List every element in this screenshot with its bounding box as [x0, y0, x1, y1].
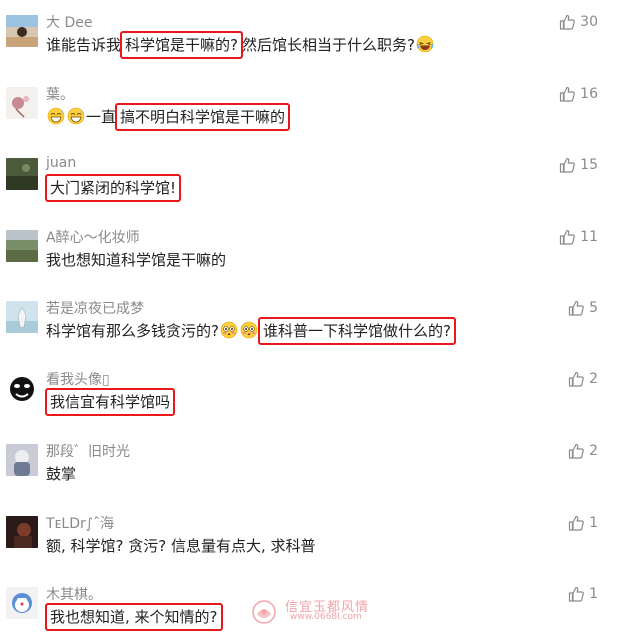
- thumbs-up-icon: [560, 229, 576, 245]
- watermark-logo-icon: [252, 600, 276, 624]
- like-count: 16: [580, 86, 598, 102]
- thumbs-up-icon: [568, 443, 584, 459]
- thumbs-up-icon: [560, 86, 576, 102]
- comment-list: 大 Dee 谁能告诉我 科学馆是干嘛的? 然后馆长相当于什么职务? 30 葉。 一…: [0, 0, 617, 633]
- highlighted-text: 大门紧闭的科学馆!: [45, 174, 182, 202]
- avatar[interactable]: [6, 15, 38, 47]
- thumbs-up-icon: [568, 515, 584, 531]
- like-count: 1: [589, 515, 598, 531]
- comment-nickname[interactable]: 葉。: [46, 84, 74, 104]
- flushed-emoji: [220, 321, 238, 339]
- avatar[interactable]: [6, 230, 38, 262]
- avatar[interactable]: [6, 372, 38, 404]
- comment-nickname[interactable]: A醉心～化妆师: [46, 227, 140, 247]
- like-button[interactable]: 2: [568, 440, 598, 462]
- like-button[interactable]: 30: [559, 11, 598, 33]
- like-button[interactable]: 1: [568, 512, 598, 534]
- like-count: 11: [580, 229, 598, 245]
- like-button[interactable]: 11: [559, 226, 598, 248]
- highlighted-text: 搞不明白科学馆是干嘛的: [115, 103, 291, 131]
- like-count: 5: [589, 300, 598, 316]
- comment-text: 我信宜有科学馆吗: [45, 388, 176, 416]
- thumbs-up-icon: [568, 371, 584, 387]
- comment-text: 我也想知道科学馆是干嘛的: [46, 250, 226, 270]
- avatar[interactable]: [6, 301, 38, 333]
- grin-sweat-emoji: [47, 107, 65, 125]
- highlighted-text: 我也想知道, 来个知情的?: [45, 603, 223, 631]
- comment-nickname[interactable]: 看我头像▯: [46, 369, 110, 389]
- highlighted-text: 谁科普一下科学馆做什么的?: [257, 317, 456, 345]
- grin-sweat-emoji: [67, 107, 85, 125]
- like-count: 30: [580, 14, 598, 30]
- comment-nickname[interactable]: 那段゛旧时光: [46, 441, 130, 461]
- comment-text: 谁能告诉我 科学馆是干嘛的? 然后馆长相当于什么职务?: [46, 31, 435, 59]
- avatar[interactable]: [6, 87, 38, 119]
- avatar[interactable]: [6, 158, 38, 190]
- like-count: 1: [589, 586, 598, 602]
- watermark: 信宜玉都风情 www.0668I.com: [250, 597, 380, 627]
- comment-nickname[interactable]: TᴇLDr∫ˆ海: [46, 513, 114, 533]
- comment-text-segment: 一直: [86, 108, 117, 126]
- comment-text-segment: 鼓掌: [46, 465, 77, 483]
- watermark-url: www.0668I.com: [290, 612, 362, 622]
- laugh-tears-emoji: [416, 35, 434, 53]
- like-button[interactable]: 16: [559, 83, 598, 105]
- comment-nickname[interactable]: 若是凉夜已成梦: [46, 298, 144, 318]
- like-count: 15: [580, 157, 598, 173]
- like-count: 2: [589, 371, 598, 387]
- highlighted-text: 我信宜有科学馆吗: [45, 388, 176, 416]
- comment-text-segment: 科学馆有那么多钱贪污的?: [46, 322, 219, 340]
- comment-text: 鼓掌: [46, 464, 76, 484]
- thumbs-up-icon: [560, 14, 576, 30]
- thumbs-up-icon: [568, 300, 584, 316]
- comment-text: 一直 搞不明白科学馆是干嘛的: [46, 103, 291, 131]
- highlighted-text: 科学馆是干嘛的?: [120, 31, 243, 59]
- comment-text-segment: 额, 科学馆? 贪污? 信息量有点大, 求科普: [46, 537, 316, 555]
- comment-text: 我也想知道, 来个知情的?: [45, 603, 223, 631]
- avatar[interactable]: [6, 444, 38, 476]
- thumbs-up-icon: [560, 157, 576, 173]
- like-button[interactable]: 2: [568, 368, 598, 390]
- comment-nickname[interactable]: juan: [46, 155, 76, 171]
- comment-nickname[interactable]: 大 Dee: [46, 12, 92, 32]
- comment-nickname[interactable]: 木其棋。: [46, 584, 102, 604]
- like-button[interactable]: 15: [559, 154, 598, 176]
- thumbs-up-icon: [568, 586, 584, 602]
- comment-text: 额, 科学馆? 贪污? 信息量有点大, 求科普: [46, 536, 316, 556]
- like-count: 2: [589, 443, 598, 459]
- comment-text: 大门紧闭的科学馆!: [45, 174, 182, 202]
- flushed-emoji: [240, 321, 258, 339]
- like-button[interactable]: 1: [568, 583, 598, 605]
- comment-text: 科学馆有那么多钱贪污的? 谁科普一下科学馆做什么的?: [46, 317, 456, 345]
- like-button[interactable]: 5: [568, 297, 598, 319]
- comment-text-segment: 谁能告诉我: [46, 36, 122, 54]
- comment-text-segment: 然后馆长相当于什么职务?: [241, 36, 415, 54]
- avatar[interactable]: [6, 587, 38, 619]
- avatar[interactable]: [6, 516, 38, 548]
- comment-text-segment: 我也想知道科学馆是干嘛的: [46, 251, 227, 269]
